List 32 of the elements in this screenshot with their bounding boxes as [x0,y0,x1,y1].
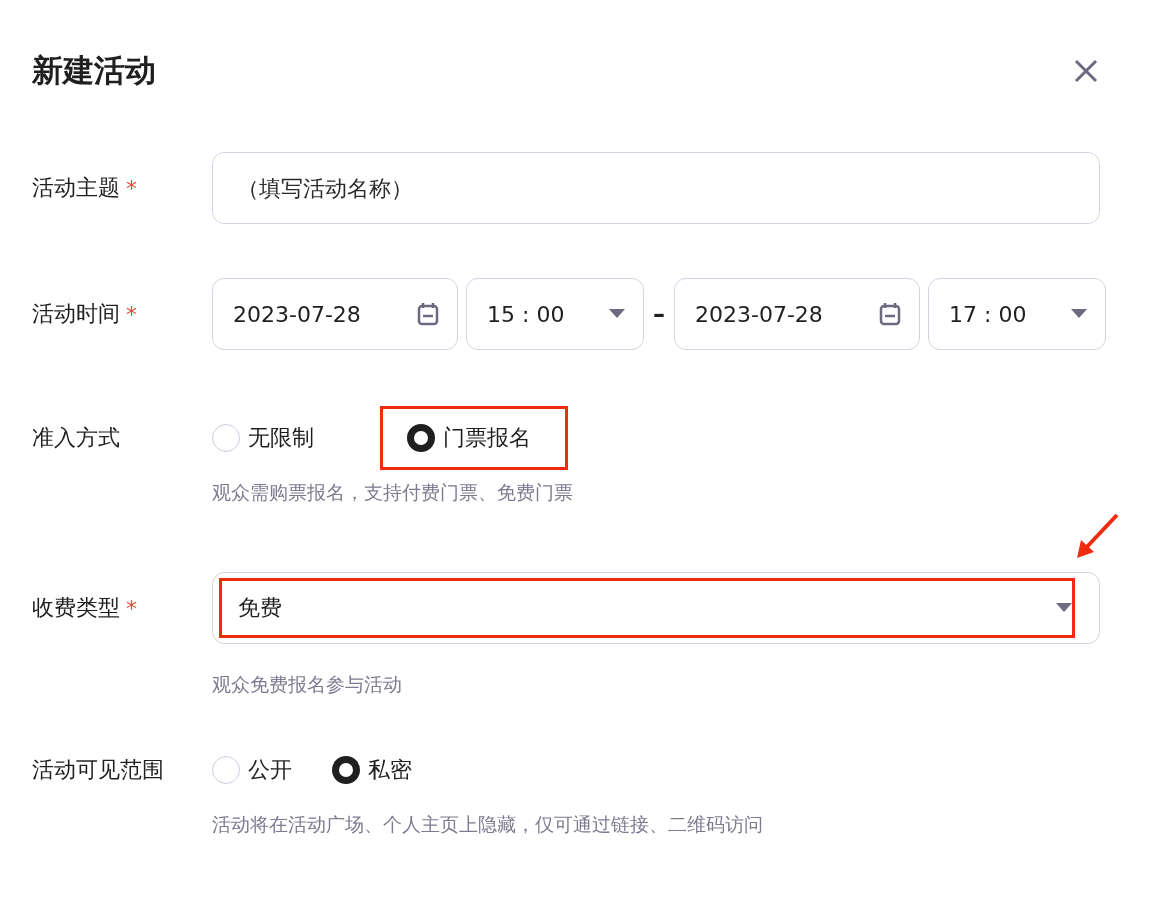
field-label: 活动主题 [32,174,120,202]
field-label: 活动时间 [32,300,120,328]
radio-icon[interactable] [407,424,435,452]
radio-option[interactable]: 门票报名 [380,406,568,470]
dialog-title: 新建活动 [32,51,156,90]
time-select[interactable]: 17 : 00 [928,278,1106,350]
field-label: 准入方式 [32,424,120,452]
field-label: 活动可见范围 [32,756,164,784]
radio-option[interactable]: 私密 [332,755,412,785]
date-field[interactable]: 2023-07-28 [674,278,920,350]
radio-icon[interactable] [332,756,360,784]
hint-text: 观众免费报名参与活动 [212,672,403,697]
hint-text: 活动将在活动广场、个人主页上隐藏，仅可通过链接、二维码访问 [212,812,764,837]
field-label: 收费类型 [32,594,120,622]
input-field[interactable]: （填写活动名称） [212,152,1100,224]
close-button[interactable] [1072,57,1100,85]
hint-text: 观众需购票报名，支持付费门票、免费门票 [212,480,574,505]
caret-icon [1071,309,1087,319]
annotation-arrow [1077,513,1119,559]
radio-option[interactable]: 无限制 [212,423,314,453]
radio-option[interactable]: 公开 [212,755,292,785]
required-mark: * [126,595,137,621]
required-mark: * [126,175,137,201]
caret-icon [609,309,625,319]
annotation-frame: 免费 [219,578,1075,638]
time-select[interactable]: 15 : 00 [466,278,644,350]
calendar-icon [417,302,439,326]
range-separator: – [652,300,666,328]
calendar-icon [879,302,901,326]
required-mark: * [126,301,137,327]
date-field[interactable]: 2023-07-28 [212,278,458,350]
caret-icon [1056,603,1072,613]
